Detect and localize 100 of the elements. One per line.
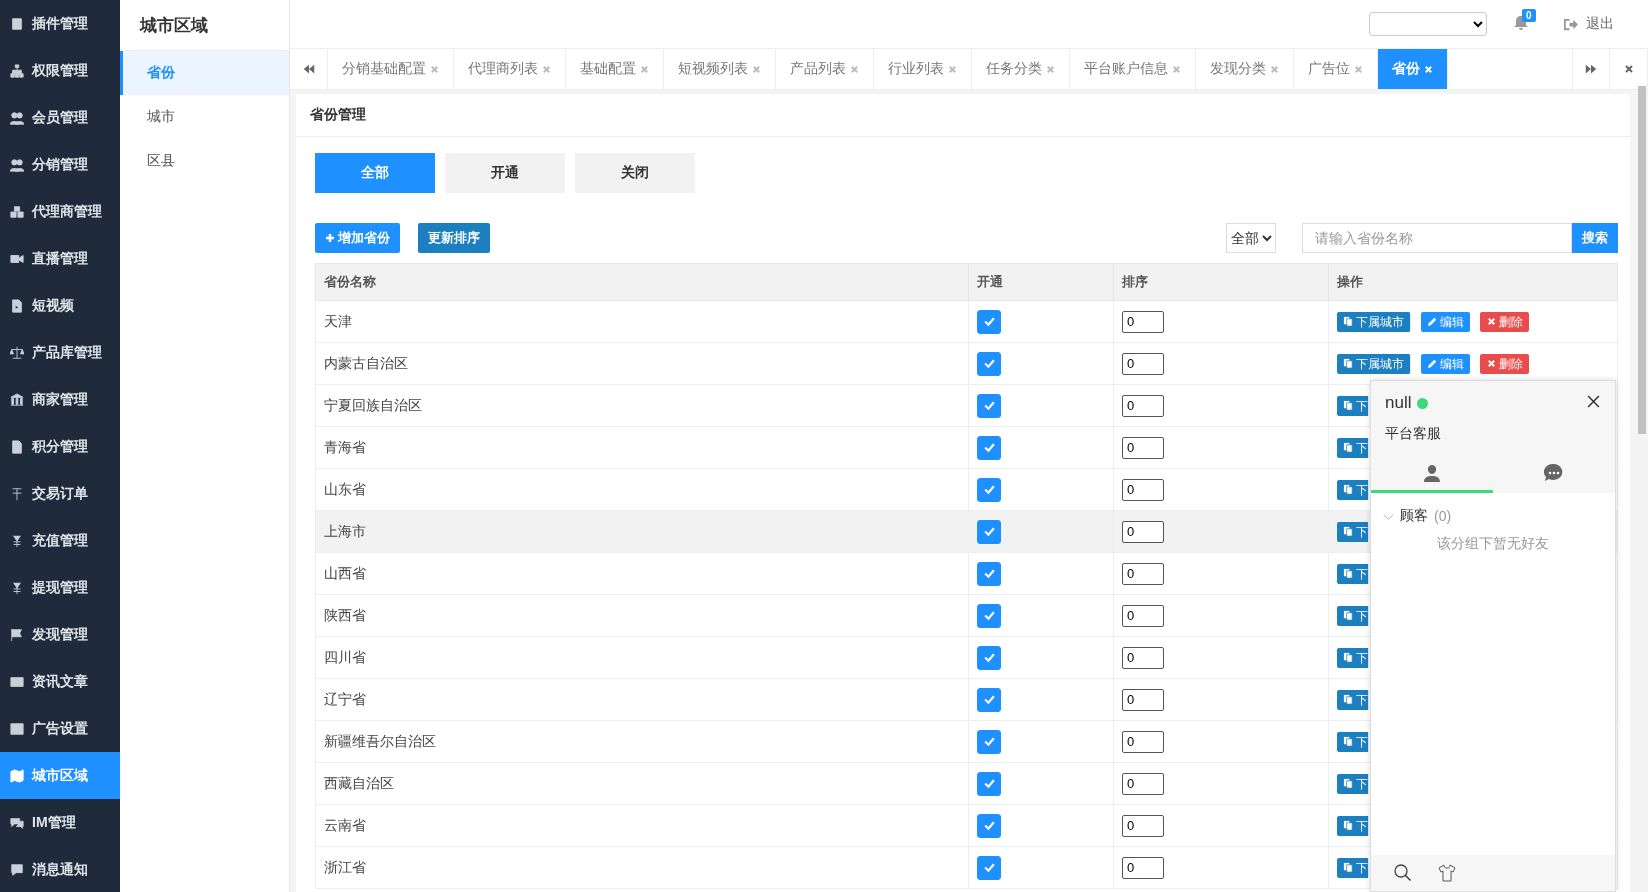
t-shirt-icon[interactable] (1437, 863, 1457, 883)
sub-cities-button[interactable]: 下 (1337, 731, 1369, 752)
checkbox[interactable] (977, 687, 1001, 712)
sub-cities-button[interactable]: 下属城市 (1337, 353, 1411, 374)
sort-input[interactable]: 0 (1122, 562, 1164, 585)
sub-cities-button[interactable]: 下 (1337, 437, 1369, 458)
province-name: 陕西省 (324, 606, 366, 623)
sidebar-item[interactable]: 广告设置 (0, 705, 120, 752)
filter-tab[interactable]: 关闭 (575, 153, 695, 193)
sort-input[interactable]: 0 (1122, 856, 1164, 879)
sidebar-item[interactable]: 代理商管理 (0, 188, 120, 235)
sub-cities-button[interactable]: 下 (1337, 857, 1369, 878)
filter-tab[interactable]: 开通 (445, 153, 565, 193)
province-name: 上海市 (324, 522, 366, 539)
sidebar-item[interactable]: 消息通知 (0, 846, 120, 892)
checkbox[interactable] (977, 813, 1001, 838)
sub-cities-button[interactable]: 下属城市 (1337, 311, 1411, 332)
sidebar-item[interactable]: 直播管理 (0, 235, 120, 282)
copy-icon (1343, 441, 1354, 453)
column-header: 开通 (968, 263, 1114, 301)
comments-icon (10, 815, 24, 830)
double-right-arrow-icon (1584, 62, 1598, 76)
sub-cities-button[interactable]: 下 (1337, 815, 1369, 836)
checkbox[interactable] (977, 729, 1001, 754)
sort-input[interactable]: 0 (1122, 394, 1164, 417)
check-icon (982, 777, 996, 790)
sidebar-item[interactable]: 权限管理 (0, 47, 120, 94)
province-name: 山东省 (324, 480, 366, 497)
sidebar-item[interactable]: 资讯文章 (0, 658, 120, 705)
sidebar-item[interactable]: 积分管理 (0, 423, 120, 470)
province-name: 山西省 (324, 564, 366, 581)
sort-input[interactable]: 0 (1122, 730, 1164, 753)
sidebar-item[interactable]: 会员管理 (0, 94, 120, 141)
delete-button[interactable]: 删除 (1480, 353, 1529, 374)
sort-input[interactable]: 0 (1122, 814, 1164, 837)
sub-cities-button[interactable]: 下 (1337, 689, 1369, 710)
sidebar-item[interactable]: 插件管理 (0, 0, 120, 47)
users-icon (10, 110, 24, 125)
sidebar-item[interactable]: 分销管理 (0, 141, 120, 188)
sidebar-item[interactable]: IM管理 (0, 799, 120, 846)
check-icon (982, 861, 996, 874)
copy-icon (1343, 609, 1354, 621)
checkbox[interactable] (977, 855, 1001, 880)
sort-input[interactable]: 0 (1122, 478, 1164, 501)
checkbox[interactable] (977, 393, 1001, 418)
comment-icon (10, 862, 24, 877)
sub-cities-button[interactable]: 下 (1337, 563, 1369, 584)
checkbox[interactable] (977, 477, 1001, 502)
empty-message: 该分组下暂无好友 (1436, 535, 1550, 553)
sidebar-item[interactable]: 短视频 (0, 282, 120, 329)
search-icon[interactable] (1393, 863, 1413, 883)
scrollbar[interactable] (1638, 86, 1646, 434)
sub-cities-button[interactable]: 下 (1337, 773, 1369, 794)
checkbox[interactable] (977, 561, 1001, 586)
scroll-right-button[interactable] (1572, 49, 1610, 89)
sort-input[interactable]: 0 (1122, 520, 1164, 543)
close-icon (1172, 64, 1181, 74)
sort-input[interactable]: 0 (1122, 772, 1164, 795)
sort-input[interactable]: 0 (1122, 646, 1164, 669)
checkbox[interactable] (977, 351, 1001, 376)
checkbox[interactable] (977, 309, 1001, 334)
sub-cities-button[interactable]: 下 (1337, 647, 1369, 668)
sidebar-item[interactable]: 交易订单 (0, 470, 120, 517)
check-icon (982, 693, 996, 706)
sidebar-item[interactable]: 产品库管理 (0, 329, 120, 376)
sort-input[interactable]: 0 (1122, 310, 1164, 333)
sub-cities-button[interactable]: 下 (1337, 479, 1369, 500)
sub-cities-button[interactable]: 下 (1337, 605, 1369, 626)
sub-cities-button[interactable]: 下 (1337, 521, 1369, 542)
logout-button[interactable]: 退出 (1557, 14, 1620, 34)
delete-button[interactable]: 删除 (1480, 311, 1529, 332)
sidebar-item[interactable]: 发现管理 (0, 611, 120, 658)
sidebar-item[interactable]: 商家管理 (0, 376, 120, 423)
update-sort-button[interactable]: 更新排序 (418, 223, 490, 253)
close-icon (1270, 64, 1279, 74)
status-select[interactable]: 全部 (1226, 223, 1276, 253)
copy-icon (1343, 819, 1354, 831)
sort-input[interactable]: 0 (1122, 604, 1164, 627)
sub-cities-button[interactable]: 下 (1337, 395, 1369, 416)
copy-icon (1343, 861, 1354, 873)
check-icon (982, 819, 996, 832)
checkbox[interactable] (977, 645, 1001, 670)
column-header: 排序 (1113, 263, 1329, 301)
checkbox[interactable] (977, 519, 1001, 544)
bank-icon (10, 392, 24, 407)
checkbox[interactable] (977, 771, 1001, 796)
sort-input[interactable]: 0 (1122, 352, 1164, 375)
check-icon (982, 735, 996, 748)
checkbox[interactable] (977, 435, 1001, 460)
sort-input[interactable]: 0 (1122, 688, 1164, 711)
sort-input[interactable]: 0 (1122, 436, 1164, 459)
search-field[interactable]: 请输入省份名称 (1302, 223, 1572, 253)
copy-icon (1343, 567, 1354, 579)
close-icon (752, 64, 761, 74)
check-icon (982, 315, 996, 328)
checkbox[interactable] (977, 603, 1001, 628)
sidebar-item[interactable]: 充值管理 (0, 517, 120, 564)
close-icon (1486, 357, 1497, 369)
province-name: 云南省 (324, 816, 366, 833)
sidebar-item[interactable]: 提现管理 (0, 564, 120, 611)
